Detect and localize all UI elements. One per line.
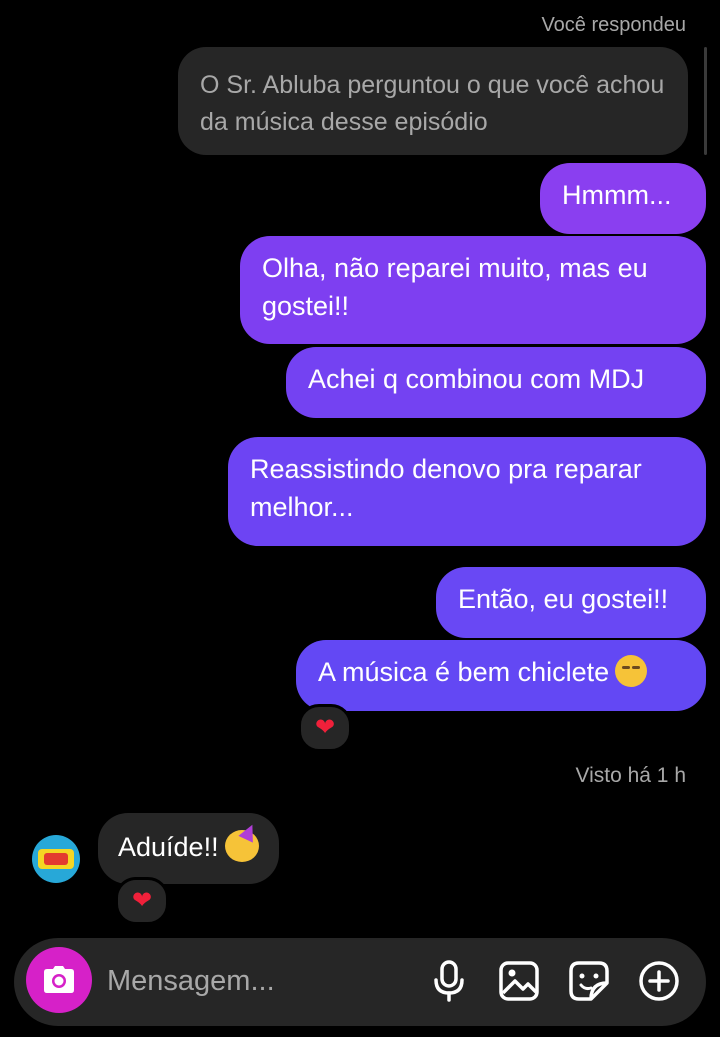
heart-icon: ❤ (314, 714, 336, 741)
seen-status: Visto há 1 h (575, 764, 686, 787)
sticker-icon[interactable] (567, 959, 611, 1003)
message-text: A música é bem chiclete (318, 657, 610, 687)
microphone-icon[interactable] (427, 959, 471, 1003)
hand-over-mouth-face-icon (615, 655, 648, 687)
sent-message[interactable]: A música é bem chiclete (296, 640, 706, 711)
sent-message[interactable]: Reassistindo denovo pra reparar melhor..… (228, 437, 706, 546)
sent-message[interactable]: Hmmm... (540, 163, 706, 234)
quoted-message[interactable]: O Sr. Abluba perguntou o que você achou … (178, 47, 688, 155)
reply-indicator-line (704, 47, 707, 155)
heart-reaction[interactable]: ❤ (115, 877, 169, 925)
heart-icon: ❤ (131, 887, 153, 914)
camera-icon (44, 966, 74, 993)
plus-icon[interactable] (637, 959, 681, 1003)
avatar-logo-icon (38, 849, 74, 869)
avatar[interactable] (32, 835, 80, 883)
message-text: Aduíde!! (118, 832, 219, 862)
replied-label: Você respondeu (541, 14, 686, 36)
camera-button[interactable] (26, 947, 92, 1013)
sent-message[interactable]: Olha, não reparei muito, mas eu gostei!! (240, 236, 706, 344)
sent-message[interactable]: Achei q combinou com MDJ (286, 347, 706, 418)
sent-message[interactable]: Então, eu gostei!! (436, 567, 706, 638)
message-input[interactable]: Mensagem... (107, 965, 275, 998)
gallery-icon[interactable] (497, 959, 541, 1003)
heart-reaction[interactable]: ❤ (298, 704, 352, 752)
partying-face-icon (224, 830, 259, 862)
received-message[interactable]: Aduíde!! (98, 813, 279, 884)
